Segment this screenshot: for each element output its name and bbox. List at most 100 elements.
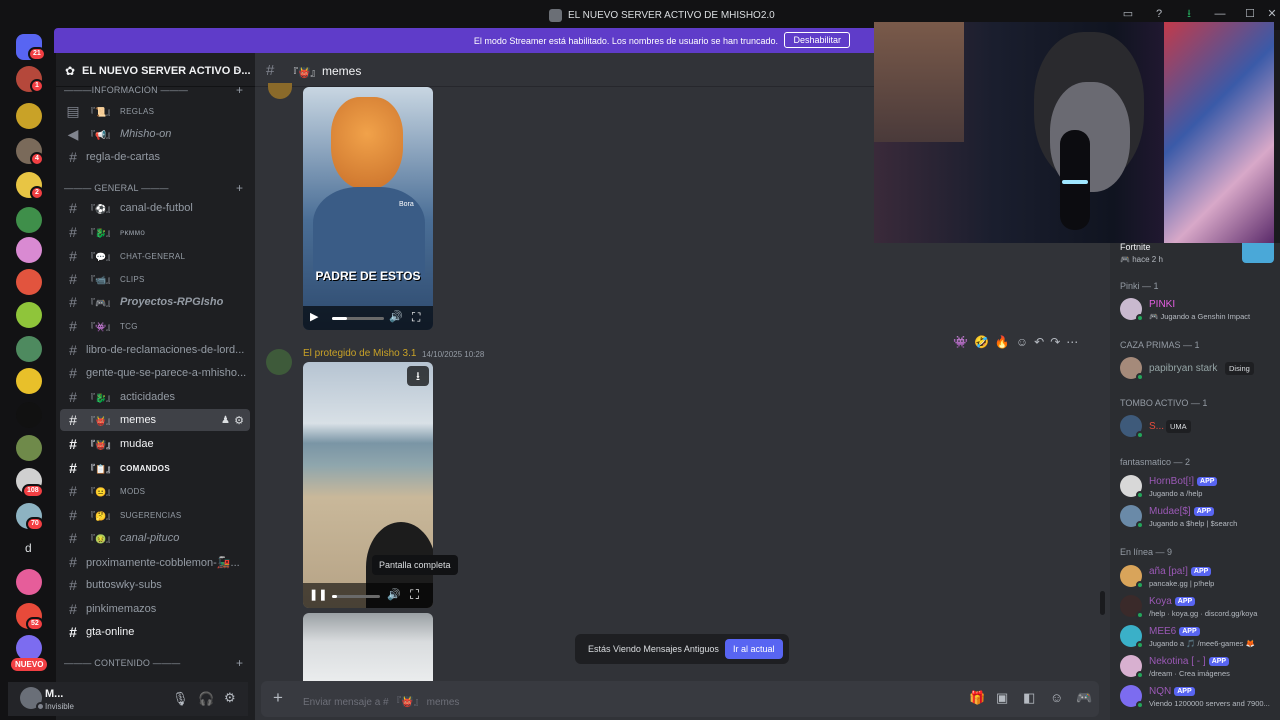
channel-buttoswky-subs[interactable]: # buttoswky-subs <box>60 574 250 596</box>
inbox-icon[interactable]: ▭ <box>1122 8 1134 20</box>
add-attachment-icon[interactable]: + <box>273 688 283 708</box>
microphone-icon[interactable]: 🎙 <box>172 691 189 707</box>
hash-icon: # <box>69 507 77 523</box>
add-reaction-icon[interactable]: ☺ <box>1016 335 1028 349</box>
server-icon[interactable] <box>16 336 42 362</box>
apps-icon[interactable]: 🎮 <box>1076 690 1092 706</box>
forward-icon[interactable]: ↷ <box>1050 335 1060 349</box>
server-icon[interactable] <box>16 302 42 328</box>
seek-bar[interactable] <box>332 595 380 598</box>
channel-mudae[interactable]: # 『👹』 mudae <box>60 433 250 455</box>
server-icon[interactable] <box>16 237 42 263</box>
member-item[interactable]: NQN APP Viendo 1200000 servers and 7900..… <box>1120 682 1280 712</box>
channel-tcg[interactable]: # 『👾』 TCG <box>60 315 250 337</box>
server-letter[interactable]: d <box>25 541 32 555</box>
category-contenido[interactable]: ——— CONTENIDO ——— <box>64 658 180 668</box>
channel-gta-online[interactable]: # gta-online <box>60 621 250 643</box>
channel-clips[interactable]: # 『📹』 CLIPS <box>60 268 250 290</box>
reply-icon[interactable]: ↶ <box>1034 335 1044 349</box>
member-item[interactable]: S... UMA <box>1120 412 1280 442</box>
fullscreen-icon[interactable]: ⛶ <box>412 310 420 325</box>
gift-icon[interactable]: 🎁 <box>969 690 985 706</box>
download-icon[interactable]: ⭳ <box>1183 8 1195 20</box>
volume-icon[interactable]: 🔊 <box>387 588 401 601</box>
add-channel-icon[interactable]: + <box>236 83 243 97</box>
avatar[interactable] <box>266 349 292 375</box>
settings-icon[interactable]: ⚙ <box>224 690 236 706</box>
reaction-emoji-icon[interactable]: 👾 <box>953 335 968 349</box>
channel-memes[interactable]: # 『👹』 memes ♟ ⚙ <box>60 409 250 431</box>
sticker-icon[interactable]: ◧ <box>1023 690 1035 706</box>
channel-pkmmo[interactable]: # 『🐉』 ᴘᴋᴍᴍᴏ <box>60 221 250 243</box>
channel-pinkimemazos[interactable]: # pinkimemazos <box>60 598 250 620</box>
minimize-icon[interactable]: — <box>1214 8 1226 20</box>
server-icon[interactable] <box>16 368 42 394</box>
server-icon[interactable] <box>16 269 42 295</box>
play-icon[interactable]: ▶ <box>310 310 318 323</box>
server-icon[interactable] <box>16 435 42 461</box>
emoji-icon[interactable]: ☺ <box>1050 690 1063 705</box>
add-channel-icon[interactable]: + <box>236 656 243 670</box>
channel-proximamente-cobblemon[interactable]: # proximamente-cobblemon-🚂... <box>60 551 250 573</box>
pause-icon[interactable]: ❚❚ <box>309 588 327 601</box>
channel-mods[interactable]: # 『😐』 MODS <box>60 480 250 502</box>
reaction-emoji-icon[interactable]: 🤣 <box>974 335 989 349</box>
gear-icon[interactable]: ⚙ <box>234 414 244 427</box>
server-header[interactable]: ✿ EL NUEVO SERVER ACTIVO D... ⌄ <box>56 53 255 87</box>
add-channel-icon[interactable]: + <box>236 181 243 195</box>
download-icon[interactable]: ⭳ <box>407 366 429 386</box>
server-icon[interactable] <box>16 402 42 428</box>
help-icon[interactable]: ? <box>1153 8 1165 20</box>
channel-reglas[interactable]: ▤ 『📜』 REGLAS <box>60 100 250 122</box>
online-indicator <box>1136 373 1144 381</box>
more-icon[interactable]: ⋯ <box>1066 335 1078 349</box>
category-informacion[interactable]: ———INFORMACION ——— <box>64 85 188 95</box>
volume-icon[interactable]: 🔊 <box>389 310 403 323</box>
server-icon[interactable] <box>16 103 42 129</box>
seek-bar[interactable] <box>332 317 384 320</box>
channel-comandos[interactable]: # 『📋』 COMANDOS <box>60 457 250 479</box>
channel-gente-que-se-parece[interactable]: # gente-que-se-parece-a-mhisho... <box>60 362 250 384</box>
member-item[interactable]: papibryan stark Dising <box>1120 354 1280 384</box>
message-author[interactable]: El protegido de Misho 3.1 <box>303 348 416 359</box>
member-status: Jugando a /help <box>1149 489 1203 498</box>
jump-to-present-button[interactable]: Ir al actual <box>725 639 783 659</box>
scrollbar[interactable] <box>1100 591 1105 615</box>
headphones-icon[interactable]: 🎧 <box>198 691 214 707</box>
chat-header: # 『👹』 memes <box>255 53 875 87</box>
channel-canal-pituco[interactable]: # 『🤢』 canal-pituco <box>60 527 250 549</box>
channel-libro-de-reclamaciones[interactable]: # libro-de-reclamaciones-de-lord... <box>60 339 250 361</box>
reaction-emoji-icon[interactable]: 🔥 <box>995 335 1010 349</box>
channel-emoji: 『👹』 <box>288 68 321 79</box>
maximize-icon[interactable]: ☐ <box>1244 8 1256 20</box>
member-item[interactable]: MEE6 APP Jugando a 🎵 /mee6-games 🦊 <box>1120 622 1280 652</box>
channel-mhisho-on[interactable]: ◀ 『📢』 Mhisho-on <box>60 123 250 145</box>
member-item[interactable]: Koya APP /help · koya.gg · discord.gg/koy… <box>1120 592 1280 622</box>
channel-proyectos[interactable]: # 『🎮』 Proyectos-RPGIsho <box>60 291 250 313</box>
invite-icon[interactable]: ♟ <box>221 415 230 426</box>
channel-acticidades[interactable]: # 『🐉』 acticidades <box>60 386 250 408</box>
member-item[interactable]: Mudae[$] APP Jugando a $help | $search <box>1120 502 1280 532</box>
member-item[interactable]: aña [pa!] APP pancake.gg | p!help <box>1120 562 1280 592</box>
server-icon[interactable] <box>16 207 42 233</box>
channel-canal-de-futbol[interactable]: # 『⚽』 canal-de-futbol <box>60 197 250 219</box>
composer-placeholder[interactable]: Enviar mensaje a # 『👹』 memes <box>303 693 459 708</box>
server-icon[interactable] <box>16 569 42 595</box>
video-attachment[interactable]: PADRE DE ESTOS Bora ▶ 🔊 ⛶ <box>303 87 433 330</box>
member-status: Jugando a 🎵 /mee6-games 🦊 <box>1149 639 1255 648</box>
hash-icon: # <box>266 62 275 79</box>
member-item[interactable]: HornBot[!] APP Jugando a /help <box>1120 472 1280 502</box>
member-item[interactable]: Nekotina [ - ] APP /dream · Crea imágenes <box>1120 652 1280 682</box>
gif-icon[interactable]: ▣ <box>996 690 1008 706</box>
member-item[interactable]: PINKI 🎮 Jugando a Genshin Impact <box>1120 295 1280 325</box>
close-icon[interactable]: ✕ <box>1266 8 1278 20</box>
channel-sugerencias[interactable]: # 『🤔』 SUGERENCIAS <box>60 504 250 526</box>
avatar[interactable] <box>268 83 292 99</box>
disable-button[interactable]: Deshabilitar <box>784 32 850 48</box>
username[interactable]: M... <box>45 688 63 700</box>
category-general[interactable]: ——— GENERAL ——— <box>64 183 169 193</box>
channel-regla-de-cartas[interactable]: # regla-de-cartas <box>60 146 250 168</box>
channel-chat-general[interactable]: # 『💬』 CHAT-GENERAL <box>60 245 250 267</box>
video-attachment[interactable] <box>303 613 433 685</box>
fullscreen-icon[interactable]: ⛶ <box>410 587 419 603</box>
